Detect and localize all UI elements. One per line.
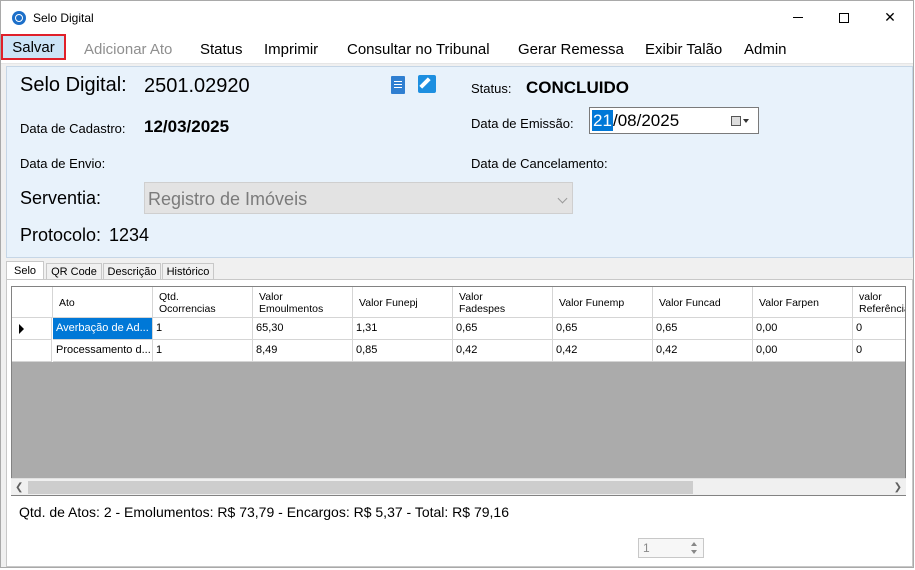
menu-exibir-talao[interactable]: Exibir Talão [645,41,722,58]
cell-funepj[interactable]: 1,31 [353,318,453,340]
column-header-ato[interactable]: Ato [53,287,153,318]
column-header-valor-farpen[interactable]: Valor Farpen [753,287,853,318]
selo-label: Selo Digital: [20,74,127,96]
cell-referencia[interactable]: 0 [853,340,905,362]
selo-digital-window: Selo Digital ✕ Salvar Adicionar Ato Stat… [0,0,914,568]
tab-selo[interactable]: Selo [6,261,44,280]
column-header-valor-fadespes[interactable]: Valor Fadespes [453,287,553,318]
menu-status[interactable]: Status [200,41,243,58]
header-panel: Selo Digital: 2501.02920 Status: CONCLUI… [6,66,913,258]
window-title: Selo Digital [33,11,94,25]
scroll-left-icon[interactable]: ❮ [15,482,23,493]
column-header-qtd-ocorrencias[interactable]: Qtd. Ocorrencias [153,287,253,318]
serventia-select[interactable]: Registro de Imóveis [144,182,573,214]
column-header-valor-referencia[interactable]: valor Referência [853,287,905,318]
cell-fadespes[interactable]: 0,42 [453,340,553,362]
menu-salvar[interactable]: Salvar [1,34,66,60]
protocolo-label: Protocolo: [20,225,102,245]
stepper-value[interactable]: 1 [643,541,650,555]
menu-adicionar-ato[interactable]: Adicionar Ato [84,41,172,58]
data-emissao-rest[interactable]: /08/2025 [613,110,679,131]
close-button[interactable]: ✕ [867,1,913,34]
column-header-valor-funepj[interactable]: Valor Funepj [353,287,453,318]
cell-funemp[interactable]: 0,42 [553,340,653,362]
minimize-button[interactable] [775,1,821,34]
app-icon [12,11,26,25]
current-row-icon [19,324,24,334]
tab-historico[interactable]: Histórico [162,263,214,280]
cell-qtd[interactable]: 1 [153,340,253,362]
tab-qr-code-label: QR Code [51,266,97,278]
row-header[interactable] [12,340,52,362]
status-label: Status: [471,81,512,96]
chevron-down-icon [557,193,568,204]
calendar-dropdown-button[interactable] [731,114,753,128]
selo-value: 2501.02920 [144,75,250,97]
data-cadastro-label: Data de Cadastro: [20,121,126,136]
cell-ato[interactable]: Processamento d... [53,340,153,362]
status-value: CONCLUIDO [526,78,629,97]
horizontal-scrollbar[interactable]: ❮ ❯ [11,478,906,495]
cell-emolumentos[interactable]: 8,49 [253,340,353,362]
tab-page-selo: Ato Qtd. Ocorrencias Valor Emoulmentos V… [6,279,913,567]
serventia-selected-value: Registro de Imóveis [148,189,308,209]
scrollbar-thumb[interactable] [28,481,693,494]
serventia-label: Serventia: [20,188,102,208]
data-emissao-day-selected[interactable]: 21 [592,110,613,131]
cell-fadespes[interactable]: 0,65 [453,318,553,340]
menu-bar: Salvar Adicionar Ato Status Imprimir Con… [1,34,913,64]
tab-descricao[interactable]: Descrição [103,263,161,280]
cell-farpen[interactable]: 0,00 [753,340,853,362]
totals-summary: Qtd. de Atos: 2 - Emolumentos: R$ 73,79 … [19,504,510,520]
chevron-down-icon [743,119,749,123]
tab-descricao-label: Descrição [107,266,157,278]
cell-farpen[interactable]: 0,00 [753,318,853,340]
cell-funcad[interactable]: 0,65 [653,318,753,340]
scroll-right-icon[interactable]: ❯ [894,482,902,493]
cell-qtd[interactable]: 1 [153,318,253,340]
data-cadastro-value: 12/03/2025 [144,117,230,136]
copy-document-icon[interactable] [391,76,405,94]
page-number-stepper[interactable]: 1 [638,538,704,558]
cell-ato[interactable]: Averbação de Ad... [53,318,153,340]
row-header[interactable] [12,318,52,340]
chevron-up-icon[interactable] [691,542,697,546]
data-envio-label: Data de Envio: [20,156,106,171]
table-row[interactable]: Processamento d... 1 8,49 0,85 0,42 0,42… [12,340,905,362]
cell-funcad[interactable]: 0,42 [653,340,753,362]
grid-corner [12,287,53,318]
grid-header: Ato Qtd. Ocorrencias Valor Emoulmentos V… [12,287,905,318]
close-icon: ✕ [884,9,896,25]
protocolo-value: 1234 [109,225,150,245]
cell-funepj[interactable]: 0,85 [353,340,453,362]
cell-funemp[interactable]: 0,65 [553,318,653,340]
tab-qr-code[interactable]: QR Code [46,263,102,280]
atos-grid[interactable]: Ato Qtd. Ocorrencias Valor Emoulmentos V… [11,286,906,496]
column-header-valor-emolumentos[interactable]: Valor Emoulmentos [253,287,353,318]
column-header-valor-funemp[interactable]: Valor Funemp [553,287,653,318]
cell-emolumentos[interactable]: 65,30 [253,318,353,340]
cell-referencia[interactable]: 0 [853,318,905,340]
menu-salvar-label: Salvar [12,38,55,56]
tab-historico-label: Histórico [166,266,210,278]
menu-admin[interactable]: Admin [744,41,787,58]
table-row[interactable]: Averbação de Ad... 1 65,30 1,31 0,65 0,6… [12,318,905,340]
tab-selo-label: Selo [13,265,37,277]
data-emissao-label: Data de Emissão: [471,116,574,131]
column-header-valor-funcad[interactable]: Valor Funcad [653,287,753,318]
menu-consultar-tribunal[interactable]: Consultar no Tribunal [347,41,490,58]
maximize-icon [839,12,849,23]
maximize-button[interactable] [821,1,867,34]
chevron-down-icon[interactable] [691,550,697,554]
edit-icon[interactable] [418,75,436,93]
data-emissao-picker[interactable]: 21 /08/2025 [589,107,759,134]
data-cancelamento-label: Data de Cancelamento: [471,156,608,171]
title-bar: Selo Digital ✕ [1,1,913,34]
minimize-icon [793,17,803,18]
menu-imprimir[interactable]: Imprimir [264,41,318,58]
menu-gerar-remessa[interactable]: Gerar Remessa [518,41,624,58]
calendar-icon [731,116,741,126]
